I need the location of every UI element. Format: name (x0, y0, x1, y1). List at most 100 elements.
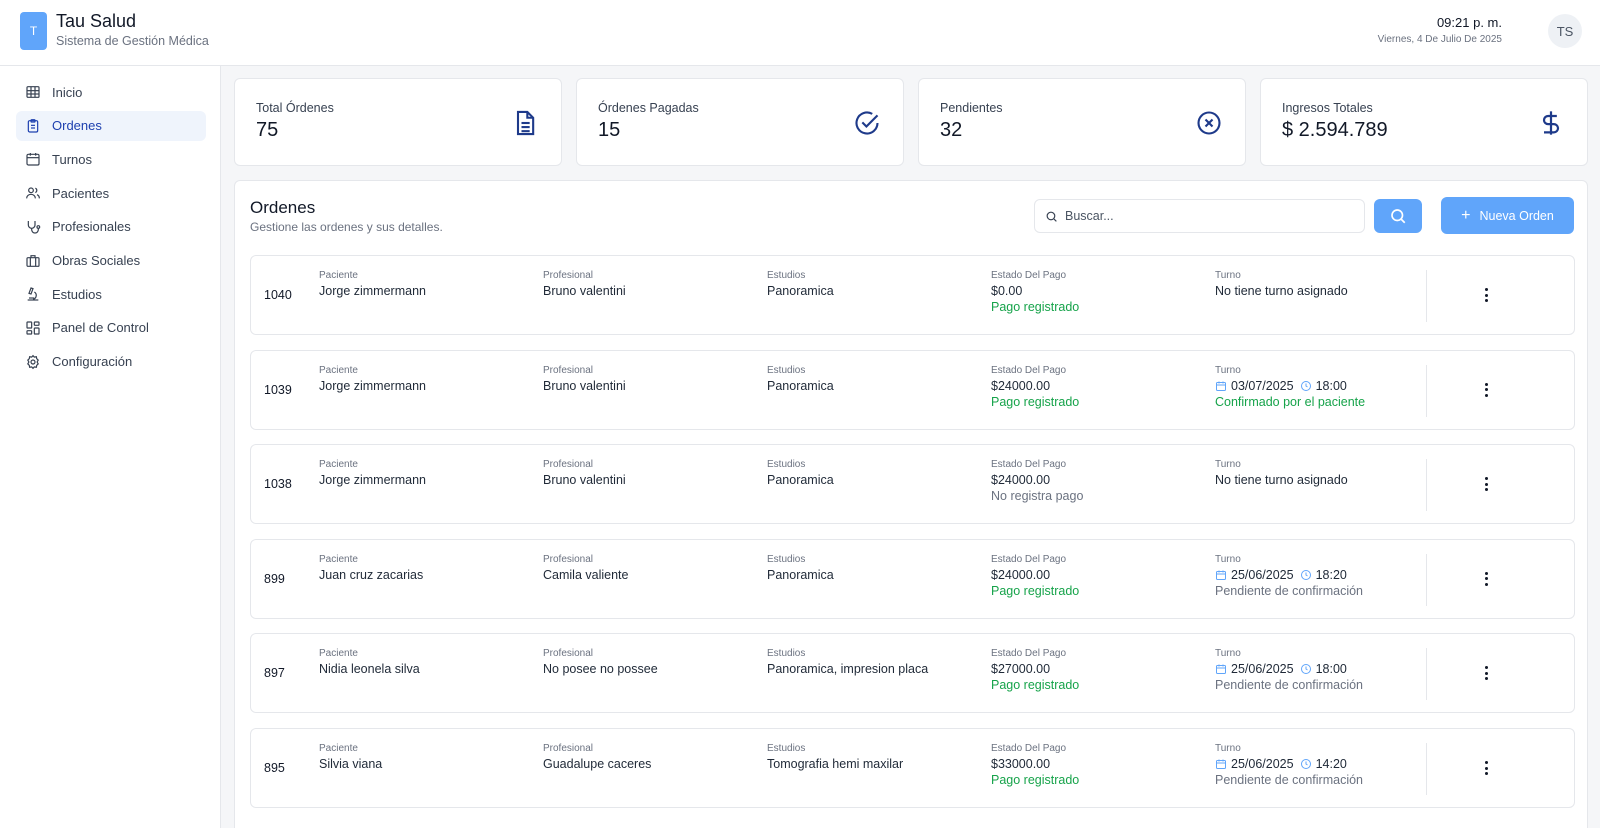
turno-datetime: 03/07/2025 18:00 (1215, 379, 1365, 393)
search-button[interactable] (1374, 199, 1422, 233)
paciente-value: Jorge zimmermann (319, 378, 426, 393)
sidebar-item-turnos[interactable]: Turnos (16, 144, 206, 174)
col-label: Turno (1215, 270, 1241, 281)
row-actions-menu-icon[interactable] (1483, 286, 1489, 304)
stat-card-pendientes: Pendientes 32 (918, 78, 1246, 166)
orders-panel: Ordenes Gestione las ordenes y sus detal… (234, 180, 1588, 828)
document-icon (516, 110, 535, 136)
paciente-value: Silvia viana (319, 757, 383, 771)
turno-time: 18:20 (1315, 567, 1347, 582)
col-label: Profesional (543, 648, 594, 660)
row-divider (1426, 459, 1427, 512)
order-id: 1038 (264, 477, 292, 492)
col-label: Profesional (543, 743, 594, 754)
order-id: 895 (264, 761, 285, 775)
sidebar-item-profesionales[interactable]: Profesionales (16, 212, 206, 242)
stat-value: 75 (256, 119, 279, 141)
stat-label: Total Órdenes (256, 101, 334, 115)
table-row[interactable]: 1039 Paciente Jorge zimmermann Profesional B… (250, 349, 1575, 430)
users-icon (26, 187, 40, 199)
paciente-value: Juan cruz zacarias (319, 567, 424, 582)
table-row[interactable]: 1040 Paciente Jorge zimmermann Profesional B… (250, 255, 1575, 335)
x-circle-icon (1197, 111, 1221, 135)
sidebar-item-obras-sociales[interactable]: Obras Sociales (16, 246, 206, 276)
paciente-value: Jorge zimmermann (319, 473, 426, 488)
col-label: Paciente (319, 459, 358, 471)
calendar-icon (1216, 381, 1226, 391)
row-actions-menu-icon[interactable] (1483, 664, 1489, 682)
row-actions-menu-icon[interactable] (1483, 570, 1489, 588)
avatar[interactable]: TS (1548, 14, 1582, 48)
turno-time: 14:20 (1315, 757, 1347, 771)
stat-card-total-ordenes: Total Órdenes 75 (234, 78, 562, 166)
sidebar-item-panel-de-control[interactable]: Panel de Control (16, 313, 206, 343)
clock-icon (1300, 569, 1311, 580)
order-id: 899 (264, 571, 285, 586)
monto-value: $24000.00 (991, 473, 1051, 488)
table-row[interactable]: 1038 Paciente Jorge zimmermann Profesional B… (250, 444, 1575, 525)
stat-label: Ingresos Totales (1282, 101, 1373, 115)
turno-date: 03/07/2025 (1231, 378, 1294, 393)
col-label: Estado Del Pago (991, 648, 1067, 660)
row-divider (1426, 364, 1427, 417)
col-label: Profesional (543, 270, 594, 281)
sidebar-item-pacientes[interactable]: Pacientes (16, 178, 206, 208)
order-id: 1039 (264, 382, 292, 397)
sidebar-item-ordenes[interactable]: Ordenes (16, 110, 206, 141)
page-subtitle: Gestione las ordenes y sus detalles. (250, 220, 443, 234)
search-box[interactable] (1034, 199, 1365, 233)
stat-value: $ 2.594.789 (1282, 119, 1388, 141)
sidebar-item-inicio[interactable]: Inicio (16, 77, 206, 107)
col-label: Estado Del Pago (991, 743, 1067, 754)
sidebar-item-label: Obras Sociales (52, 253, 141, 268)
row-actions-menu-icon[interactable] (1483, 381, 1489, 399)
turno-datetime: 25/06/2025 14:20 (1215, 757, 1363, 771)
row-actions-menu-icon[interactable] (1483, 759, 1489, 777)
payment-status: Pago registrado (991, 583, 1080, 598)
col-label: Estudios (767, 553, 806, 565)
check-circle-icon (855, 111, 879, 135)
col-label: Estado Del Pago (991, 553, 1067, 565)
grid-icon (26, 86, 40, 98)
stat-value: 15 (598, 119, 621, 141)
estudios-value: Panoramica (767, 473, 834, 488)
turno-value: No tiene turno asignado (1215, 284, 1348, 298)
row-divider (1426, 270, 1427, 322)
clipboard-icon (27, 118, 39, 133)
new-order-label: Nueva Orden (1479, 208, 1554, 223)
sidebar-item-label: Ordenes (52, 118, 102, 134)
payment-status: Pago registrado (991, 300, 1080, 314)
search-input[interactable] (1065, 209, 1355, 223)
calendar-icon (1216, 570, 1226, 580)
table-row[interactable]: 895 Paciente Silvia viana Profesional Guadal… (250, 728, 1575, 808)
app-subtitle: Sistema de Gestión Médica (56, 34, 209, 48)
sidebar: Inicio Ordenes Turnos Pacientes Profesionale… (0, 66, 221, 828)
sidebar-item-label: Estudios (52, 286, 102, 302)
clock-icon (1300, 759, 1311, 769)
col-label: Paciente (319, 364, 358, 376)
col-label: Profesional (543, 364, 594, 376)
turno-time: 18:00 (1315, 662, 1347, 677)
sidebar-item-configuracion[interactable]: Configuración (16, 347, 206, 377)
col-label: Paciente (319, 270, 358, 281)
stat-label: Órdenes Pagadas (598, 101, 699, 115)
gear-icon (27, 354, 39, 369)
estudios-value: Panoramica (767, 284, 834, 298)
turno-date: 25/06/2025 (1231, 662, 1294, 677)
col-label: Profesional (543, 459, 594, 471)
order-id: 1040 (264, 288, 292, 302)
turno-status: Pendiente de confirmación (1215, 773, 1364, 787)
table-row[interactable]: 899 Paciente Juan cruz zacarias Profesional… (250, 538, 1575, 619)
turno-datetime: 25/06/2025 18:00 (1215, 662, 1363, 676)
col-label: Estudios (767, 743, 806, 754)
app-title: Tau Salud (56, 11, 137, 31)
turno-status: Pendiente de confirmación (1215, 583, 1364, 598)
stat-card-ingresos-totales: Ingresos Totales $ 2.594.789 (1260, 78, 1588, 166)
calendar-icon (1216, 759, 1226, 769)
table-row[interactable]: 897 Paciente Nidia leonela silva Profesiona… (250, 633, 1575, 714)
turno-value: No tiene turno asignado (1215, 473, 1348, 488)
row-actions-menu-icon[interactable] (1483, 475, 1489, 493)
sidebar-item-estudios[interactable]: Estudios (16, 279, 206, 309)
microscope-icon (27, 287, 39, 301)
new-order-button[interactable]: + Nueva Orden (1441, 197, 1574, 234)
